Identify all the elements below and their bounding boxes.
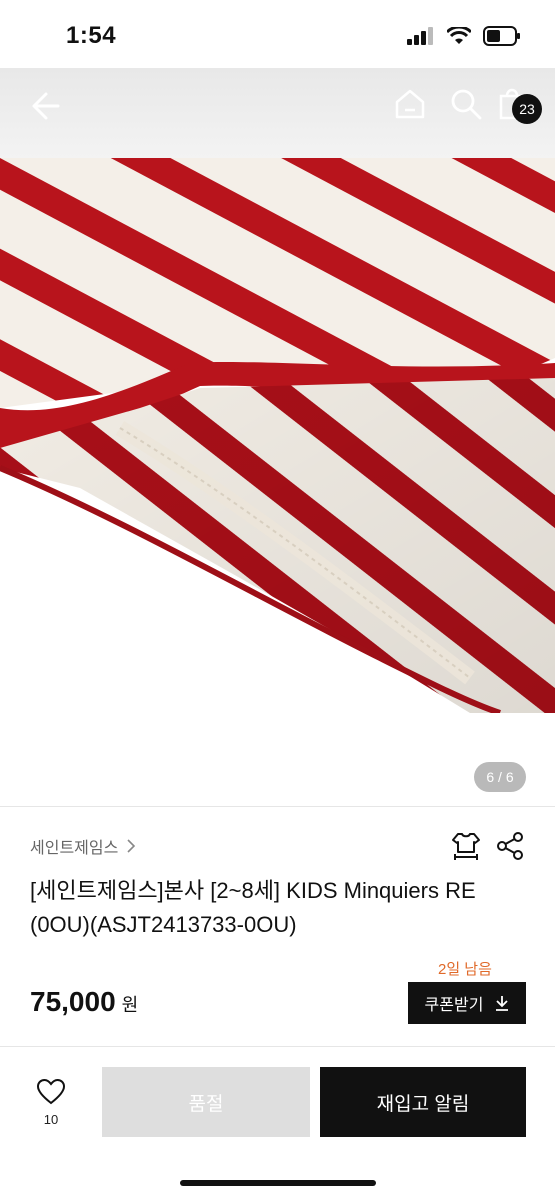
status-bar: 1:54 — [0, 0, 555, 68]
price: 75,000 원 — [30, 986, 138, 1018]
coupon-deadline: 2일 남음 — [438, 961, 492, 978]
coupon-button-label: 쿠폰받기 — [424, 997, 484, 1014]
cart-count-badge: 23 — [512, 94, 542, 124]
wishlist-button[interactable]: 10 — [30, 1078, 72, 1127]
status-icons — [407, 26, 521, 46]
product-image-gallery[interactable]: 6 / 6 — [0, 68, 555, 808]
wishlist-count: 10 — [43, 1112, 59, 1127]
price-value: 75,000 — [30, 986, 116, 1017]
coupon-download-button[interactable]: 쿠폰받기 — [408, 982, 526, 1024]
chevron-right-icon — [127, 839, 136, 853]
battery-icon — [483, 26, 520, 46]
wifi-icon — [447, 27, 471, 44]
home-icon[interactable] — [392, 86, 428, 122]
brand-link[interactable]: 세인트제임스 — [30, 834, 136, 858]
home-indicator — [180, 1180, 376, 1186]
price-currency: 원 — [121, 995, 139, 1015]
soldout-button: 품절 — [102, 1067, 310, 1137]
product-title: [세인트제임스]본사 [2~8세] KIDS Minquiers RE (0OU… — [30, 878, 476, 937]
top-navigation-bar: 23 — [0, 68, 555, 158]
download-icon — [496, 996, 509, 1011]
share-icon[interactable] — [494, 830, 526, 862]
status-time: 1:54 — [66, 22, 117, 49]
restock-alert-button[interactable]: 재입고 알림 — [320, 1067, 526, 1137]
size-guide-icon[interactable] — [450, 830, 482, 862]
back-arrow-icon[interactable] — [24, 86, 64, 126]
search-icon[interactable] — [448, 86, 484, 122]
heart-icon — [36, 1078, 66, 1105]
product-photo — [0, 158, 555, 713]
brand-name: 세인트제임스 — [30, 840, 119, 857]
divider — [0, 806, 555, 807]
signal-icon — [407, 27, 433, 45]
image-page-indicator: 6 / 6 — [474, 762, 526, 792]
bottom-action-bar: 10 품절 재입고 알림 — [0, 1046, 555, 1200]
